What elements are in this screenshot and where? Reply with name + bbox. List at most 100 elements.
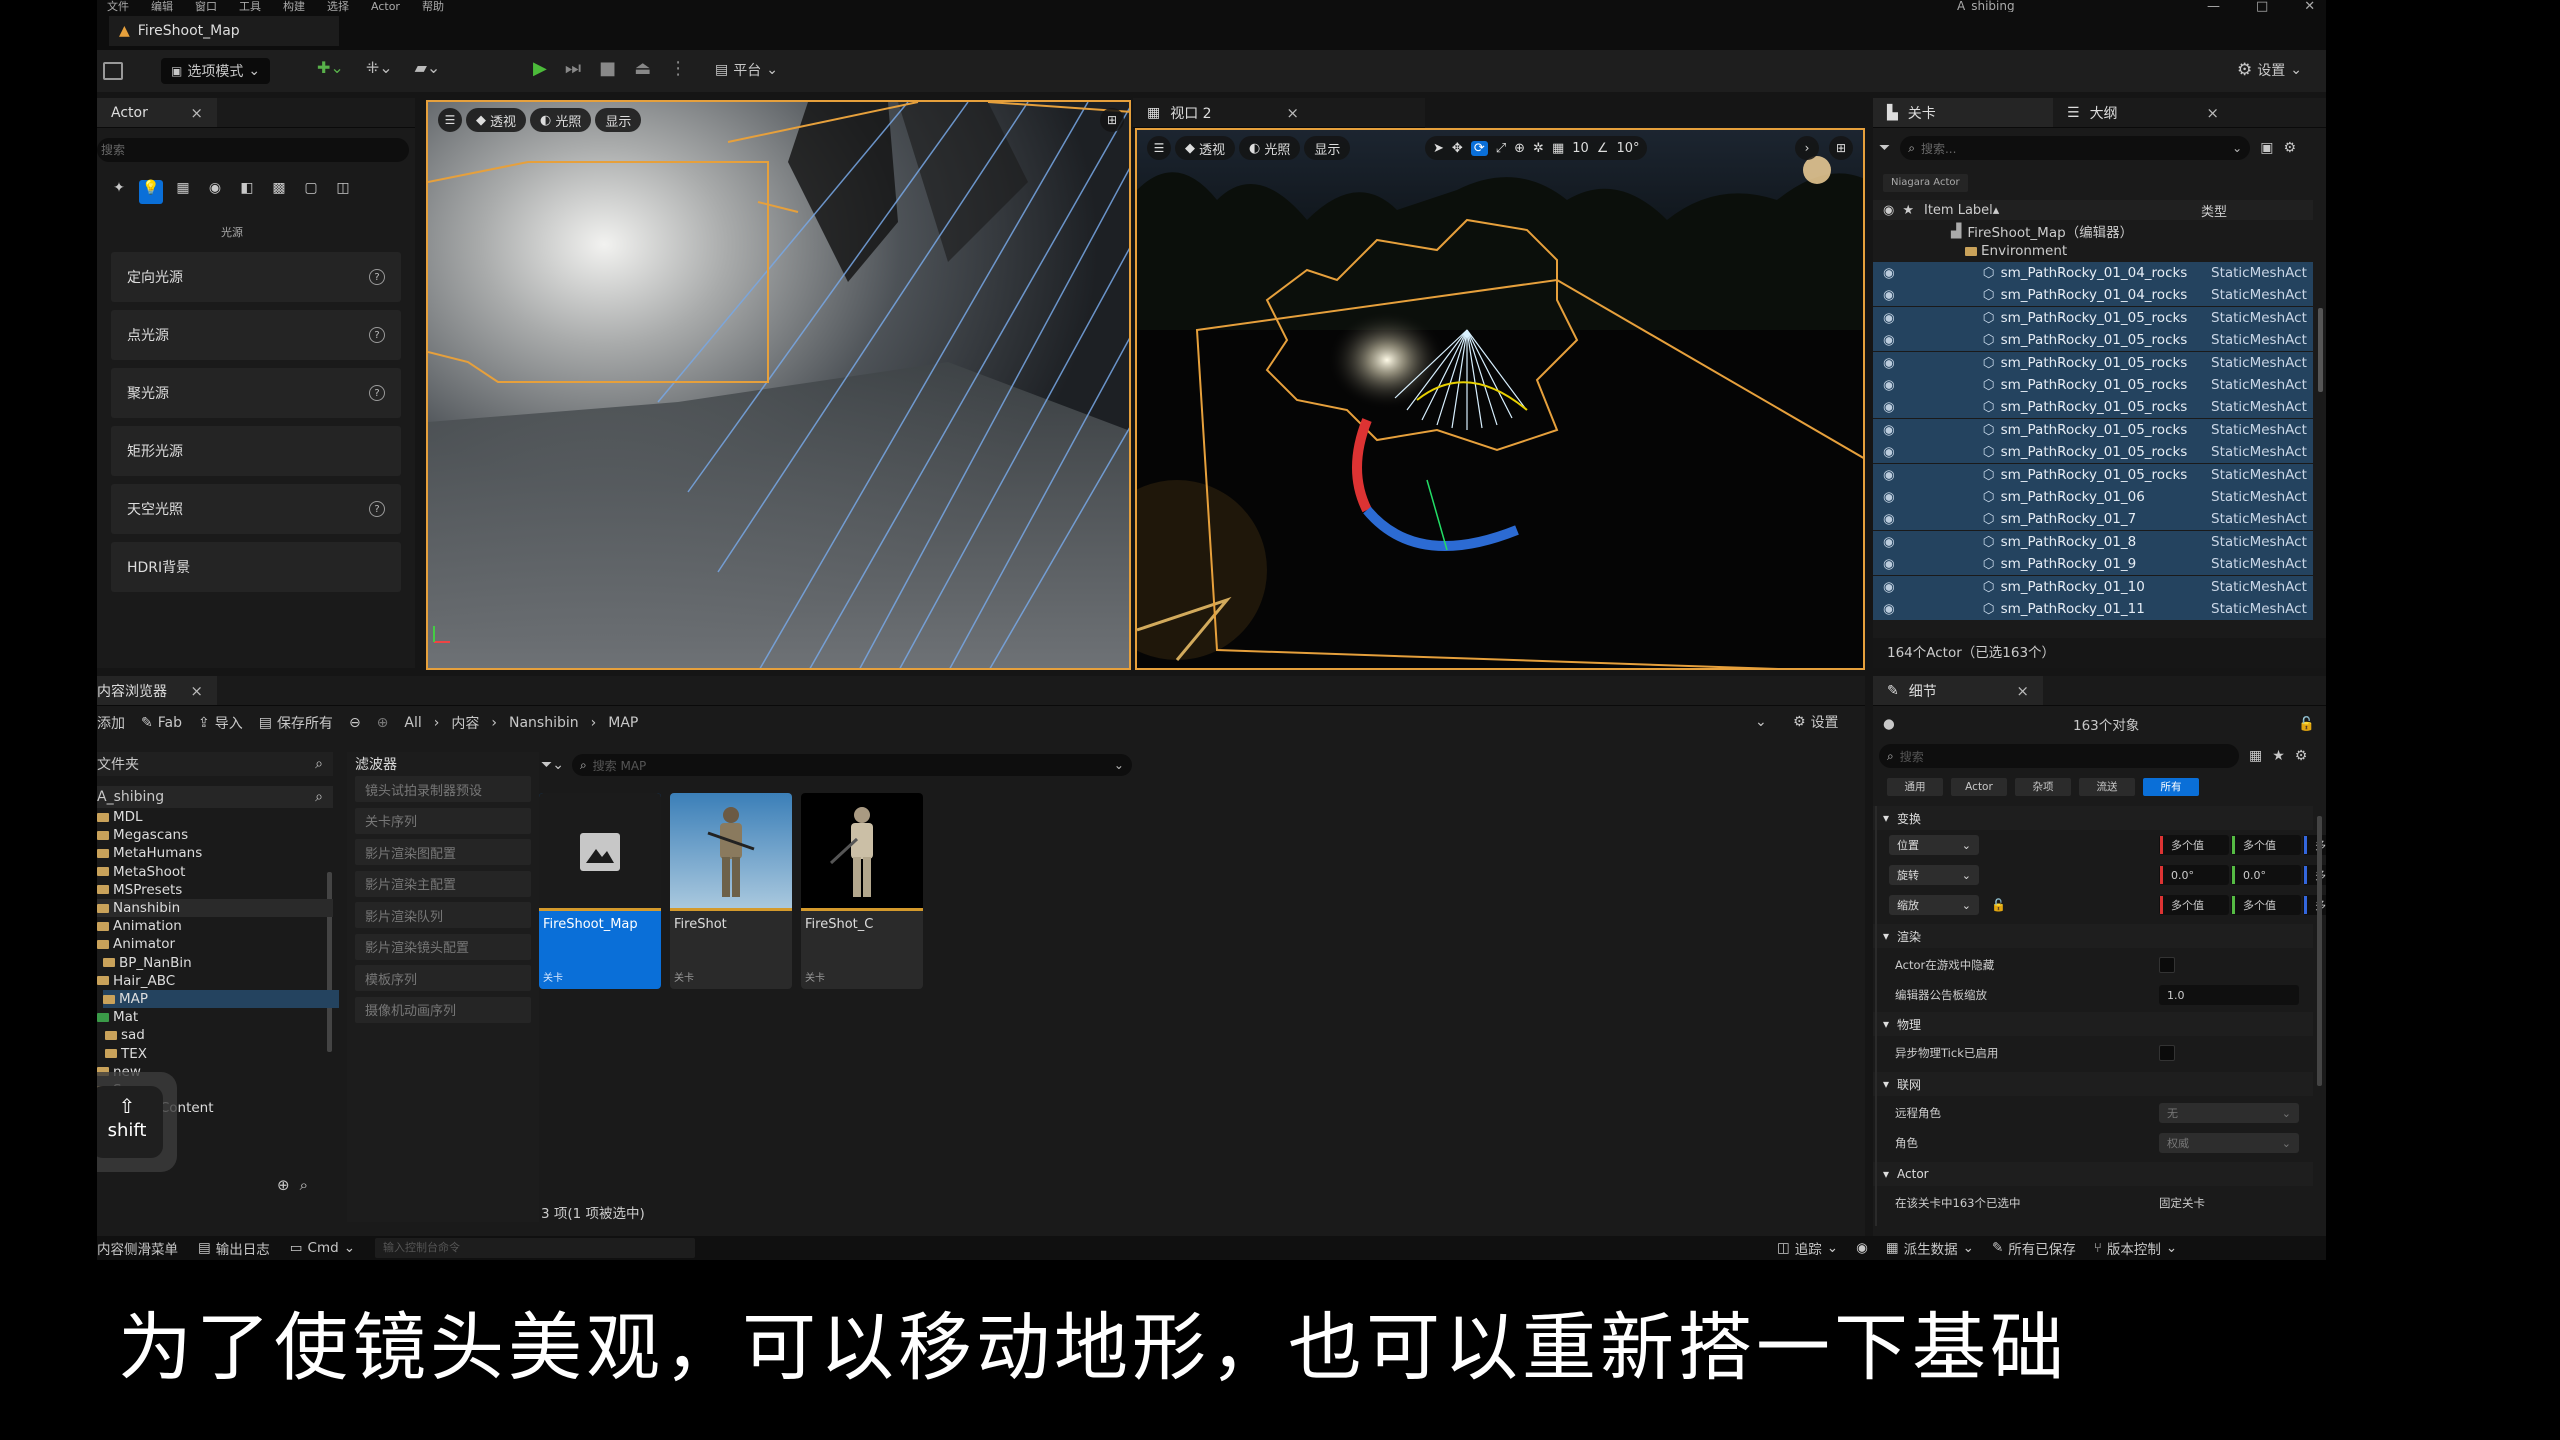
visibility-icon[interactable]: ◉ xyxy=(1883,332,1895,348)
filter-chip[interactable]: 镜头试拍录制器预设 xyxy=(355,776,531,802)
menu-help[interactable]: 帮助 xyxy=(422,0,444,12)
folder-tree-item[interactable]: Mat xyxy=(97,1008,138,1026)
viewport-2-show-button[interactable]: 显示 xyxy=(1304,136,1351,160)
rendering-section[interactable]: ▾ 渲染 xyxy=(1873,924,2313,948)
directional-light-item[interactable]: 定向光源? xyxy=(111,252,401,302)
filter-chip[interactable]: 影片渲染主配置 xyxy=(355,870,531,897)
visibility-icon[interactable]: ◉ xyxy=(1883,399,1895,415)
scale-y-field[interactable]: 多个值 xyxy=(2231,895,2301,915)
angle-snap-value[interactable]: 10° xyxy=(1616,141,1639,156)
visibility-icon[interactable]: ◉ xyxy=(1883,310,1895,326)
asset-search-input[interactable]: ⌕ 搜索 MAP ⌄ xyxy=(571,754,1132,776)
rotation-z-field[interactable]: 多个值 xyxy=(2303,865,2326,885)
menu-actor[interactable]: Actor xyxy=(371,0,400,12)
physics-section[interactable]: ▾ 物理 xyxy=(1873,1012,2313,1036)
tab-viewport-2[interactable]: ▦ 视口 2 × xyxy=(1133,98,1313,127)
help-icon[interactable]: ? xyxy=(369,327,385,343)
outliner-row[interactable]: ◉ ⬡ sm_PathRocky_01_05_rocks StaticMeshAct xyxy=(1873,463,2313,486)
filter-chip[interactable]: 影片渲染镜头配置 xyxy=(355,933,531,960)
outliner-row[interactable]: ◉ ⬡ sm_PathRocky_01_7 StaticMeshAct xyxy=(1873,508,2313,531)
trace-button[interactable]: ◫ 追踪 ⌄ xyxy=(1777,1238,1838,1258)
folder-tree-item[interactable]: MetaShoot xyxy=(97,863,185,881)
hamburger-menu-icon[interactable]: ☰ xyxy=(438,108,462,132)
remote-role-dropdown[interactable]: 无 ⌄ xyxy=(2159,1103,2299,1123)
outliner-row[interactable]: ◉ ⬡ sm_PathRocky_01_05_rocks StaticMeshAct xyxy=(1873,329,2313,352)
history-forward-icon[interactable]: ⊕ xyxy=(377,715,389,731)
rect-light-item[interactable]: 矩形光源 xyxy=(111,426,401,476)
history-back-icon[interactable]: ⊖ xyxy=(349,715,361,731)
rotation-dropdown[interactable]: 旋转 ⌄ xyxy=(1889,865,1979,885)
details-scrollbar[interactable] xyxy=(2317,816,2322,1086)
outliner-search-input[interactable]: ⌕ 搜索... ⌄ xyxy=(1900,136,2251,160)
viewport-1[interactable]: ☰ ◆ 透视 ◐ 光照 显示 ⊞ xyxy=(426,100,1131,670)
add-folder-icon[interactable]: ▣ xyxy=(2260,140,2273,156)
filter-actor[interactable]: Actor xyxy=(1951,778,2007,796)
menu-build[interactable]: 构建 xyxy=(283,0,305,12)
cinematic-category-icon[interactable]: ▦ xyxy=(171,180,195,204)
outliner-row[interactable]: ◉ ⬡ sm_PathRocky_01_05_rocks StaticMeshAct xyxy=(1873,396,2313,419)
role-dropdown[interactable]: 权威 ⌄ xyxy=(2159,1133,2299,1153)
menu-file[interactable]: 文件 xyxy=(107,0,129,12)
outliner-row[interactable]: ◉ ⬡ sm_PathRocky_01_8 StaticMeshAct xyxy=(1873,530,2313,553)
hdri-backdrop-item[interactable]: HDRI背景 xyxy=(111,542,401,592)
rotation-x-field[interactable]: 0.0° xyxy=(2159,865,2229,885)
breadcrumb-content[interactable]: 内容 xyxy=(451,713,479,733)
visibility-icon[interactable]: ◉ xyxy=(1883,556,1895,572)
outliner-row[interactable]: ◉ ⬡ sm_PathRocky_01_05_rocks StaticMeshAct xyxy=(1873,306,2313,329)
breadcrumb-map[interactable]: MAP xyxy=(608,715,638,731)
grid-snap-icon[interactable]: ▦ xyxy=(1552,141,1564,156)
settings-button[interactable]: ⚙ 设置 ⌄ xyxy=(2237,60,2302,80)
platforms-button[interactable]: ▤ 平台 ⌄ xyxy=(715,60,778,80)
folder-tree-item[interactable]: Animator xyxy=(97,935,175,953)
all-saved-button[interactable]: ✎ 所有已保存 xyxy=(1992,1238,2076,1258)
lock-icon[interactable]: 🔓 xyxy=(2298,716,2315,732)
menu-window[interactable]: 窗口 xyxy=(195,0,217,12)
visibility-icon[interactable]: ◉ xyxy=(1883,355,1895,371)
outliner-row[interactable]: ◉ ⬡ sm_PathRocky_01_04_rocks StaticMeshAct xyxy=(1873,284,2313,307)
transform-section[interactable]: ▾ 变换 xyxy=(1873,806,2313,830)
lights-category-icon[interactable]: 💡 xyxy=(139,180,163,204)
rotate-tool-icon[interactable]: ⟳ xyxy=(1470,140,1488,156)
actor-section[interactable]: ▾ Actor xyxy=(1873,1162,2313,1186)
visibility-icon[interactable]: ◉ xyxy=(1883,601,1895,617)
filter-general[interactable]: 通用 xyxy=(1887,778,1943,796)
asset-fireshot-c[interactable]: FireShot_C 关卡 xyxy=(801,793,923,989)
viewport-1-show-button[interactable]: 显示 xyxy=(595,108,642,132)
scale-z-field[interactable]: 多个值 xyxy=(2303,895,2326,915)
angle-snap-icon[interactable]: ∠ xyxy=(1597,141,1609,156)
scale-tool-icon[interactable]: ⤢ xyxy=(1496,141,1506,156)
play-icon[interactable]: ▶ xyxy=(533,58,547,79)
console-input[interactable]: 输入控制台命令 xyxy=(375,1238,695,1258)
folder-tree-item[interactable]: MDL xyxy=(97,808,143,826)
folder-tree-item[interactable]: Nanshibin xyxy=(97,899,333,917)
hidden-in-game-checkbox[interactable] xyxy=(2159,957,2175,973)
lock-scale-icon[interactable]: 🔓 xyxy=(1991,898,2006,912)
outliner-scrollbar[interactable] xyxy=(2318,308,2323,392)
content-settings-button[interactable]: ⚙ 设置 xyxy=(1793,712,1839,732)
folder-tree-item[interactable]: MetaHumans xyxy=(97,844,202,862)
derived-data-button[interactable]: ▦ 派生数据 ⌄ xyxy=(1886,1238,1974,1258)
sky-light-item[interactable]: 天空光照? xyxy=(111,484,401,534)
folder-tree-item[interactable]: MSPresets xyxy=(97,881,182,899)
location-x-field[interactable]: 多个值 xyxy=(2159,835,2229,855)
search-icon[interactable]: ⌕ xyxy=(315,756,323,772)
networking-section[interactable]: ▾ 联网 xyxy=(1873,1072,2313,1096)
close-icon[interactable]: × xyxy=(2206,104,2219,122)
visibility-icon[interactable]: ◉ xyxy=(1883,489,1895,505)
viewport-2[interactable]: ☰ ◆ 透视 ◐ 光照 显示 ➤ ✥ ⟳ ⤢ ⊕ ✲ ▦ 10 ∠ 10° › ⊞ xyxy=(1135,128,1865,670)
step-icon[interactable]: ⏭ xyxy=(565,58,581,79)
search-icon[interactable]: ⌕ xyxy=(300,1176,308,1194)
recent-category-icon[interactable]: ◫ xyxy=(331,180,355,204)
cmd-button[interactable]: ▭ Cmd ⌄ xyxy=(290,1240,355,1256)
folder-tree-item[interactable]: sad xyxy=(105,1026,145,1044)
outliner-row[interactable]: ◉ ⬡ sm_PathRocky_01_05_rocks StaticMeshAct xyxy=(1873,441,2313,464)
tab-levels[interactable]: ▙ 关卡 xyxy=(1873,98,2053,127)
folder-tree-item[interactable]: BP_NanBin xyxy=(103,954,192,972)
asset-fireshot[interactable]: FireShot 关卡 xyxy=(670,793,792,989)
location-y-field[interactable]: 多个值 xyxy=(2231,835,2301,855)
camera-speed-icon[interactable]: › xyxy=(1795,136,1819,160)
visibility-icon[interactable]: ◉ xyxy=(1883,287,1895,303)
scale-dropdown[interactable]: 缩放 ⌄ xyxy=(1889,895,1979,915)
tab-place-actors[interactable]: Actor × xyxy=(97,98,217,127)
close-icon[interactable]: ✕ xyxy=(2304,0,2315,12)
